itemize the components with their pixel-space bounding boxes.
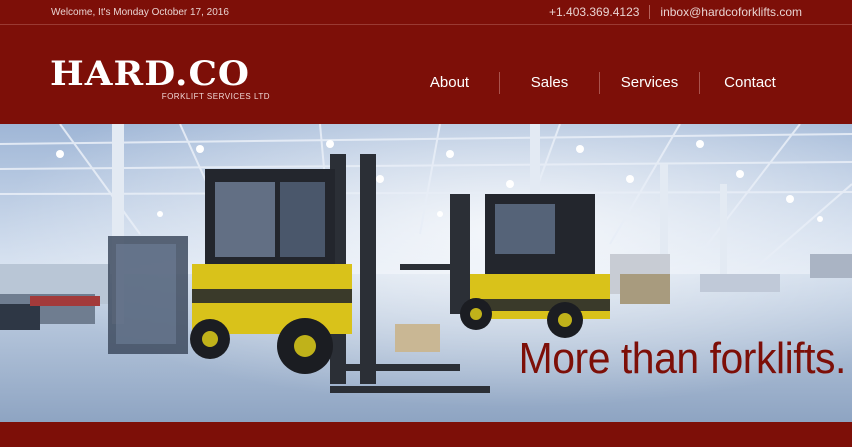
hero-banner: More than forklifts. (0, 124, 852, 422)
logo[interactable]: HARD.CO FORKLIFT SERVICES LTD (50, 57, 272, 101)
nav-services[interactable]: Services (600, 72, 700, 94)
logo-name: HARD.CO (50, 54, 251, 94)
nav-sales[interactable]: Sales (500, 72, 600, 94)
welcome-date-text: Welcome, It's Monday October 17, 2016 (51, 7, 229, 18)
top-contact: +1.403.369.4123 inbox@hardcoforklifts.co… (549, 5, 802, 19)
site-header: HARD.CO FORKLIFT SERVICES LTD About Sale… (0, 26, 852, 124)
nav-about[interactable]: About (400, 72, 500, 94)
logo-subtitle: FORKLIFT SERVICES LTD (161, 92, 270, 101)
hero-tagline: More than forklifts. (518, 334, 847, 383)
email-link[interactable]: inbox@hardcoforklifts.com (660, 5, 802, 19)
divider (649, 5, 651, 19)
top-bar: Welcome, It's Monday October 17, 2016 +1… (0, 0, 852, 25)
phone-link[interactable]: +1.403.369.4123 (549, 5, 639, 19)
nav-contact[interactable]: Contact (700, 72, 800, 94)
main-nav: About Sales Services Contact (400, 72, 800, 94)
bottom-band (0, 422, 852, 447)
